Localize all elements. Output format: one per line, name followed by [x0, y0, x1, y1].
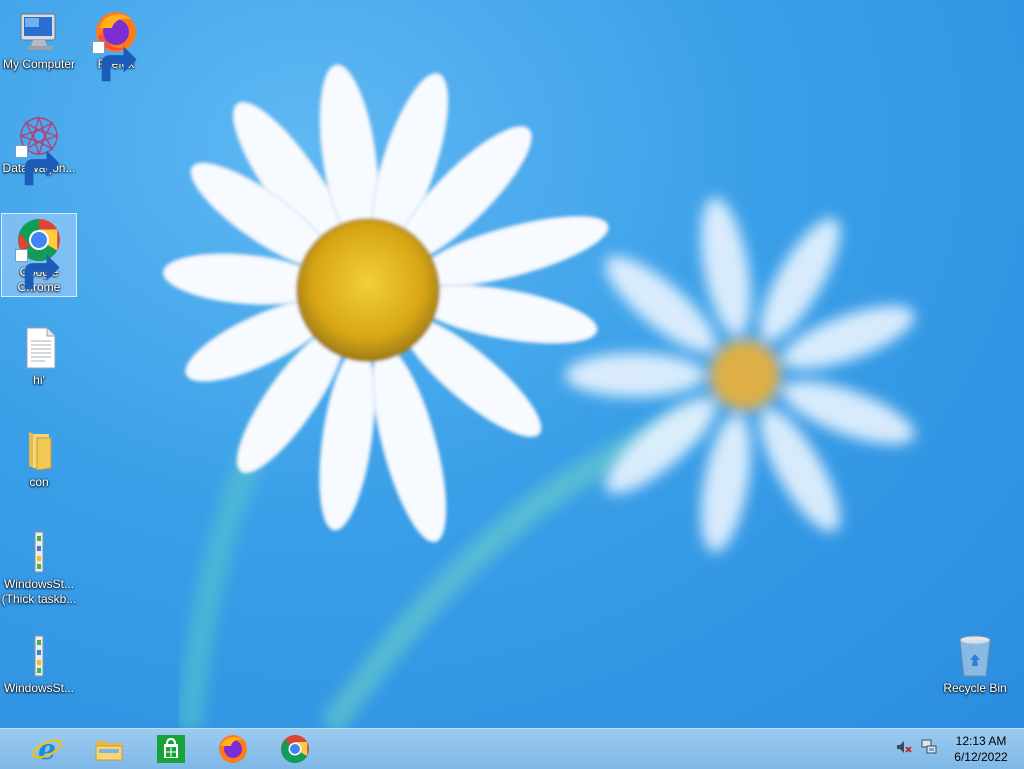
desktop-icon-con[interactable]: con [1, 424, 77, 490]
chrome-icon [15, 216, 63, 290]
windowsst-app-icon [15, 528, 63, 576]
taskbar-clock[interactable]: 12:13 AM 6/12/2022 [938, 733, 1024, 765]
firefox-icon [219, 735, 247, 763]
store-icon [157, 735, 185, 763]
desktop-icon-my-computer[interactable]: My Computer [1, 6, 77, 72]
desktop-icon-datawagon[interactable]: DataWagon... [1, 110, 77, 186]
computer-icon [15, 8, 63, 56]
text-file-icon [15, 324, 63, 372]
svg-text:e: e [38, 733, 56, 765]
clock-time: 12:13 AM [955, 734, 1007, 748]
shortcut-arrow-icon [15, 249, 60, 290]
taskbar-firefox[interactable] [208, 731, 258, 767]
taskbar[interactable]: e 12:13 AM 6/12/2022 [0, 728, 1024, 769]
internet-explorer-icon: e [32, 733, 62, 765]
taskbar-file-explorer[interactable] [84, 731, 134, 767]
desktop-icon-label: hi' [33, 373, 45, 387]
folder-icon [15, 426, 63, 474]
network-icon[interactable] [921, 739, 937, 760]
desktop-icon-recycle-bin[interactable]: Recycle Bin [937, 630, 1013, 696]
shortcut-arrow-icon [15, 145, 60, 186]
datawagon-icon [15, 112, 63, 186]
windowsst-app-icon [15, 632, 63, 680]
desktop-icon-hi[interactable]: hi' [1, 322, 77, 388]
desktop-icon-windowsst-thick[interactable]: WindowsSt... (Thick taskb... [1, 526, 77, 607]
clock-date: 6/12/2022 [954, 750, 1008, 764]
volume-muted-icon[interactable] [896, 739, 912, 760]
desktop-icon-label: My Computer [2, 57, 76, 71]
firefox-icon [92, 8, 140, 82]
desktop-icon-label: Recycle Bin [943, 681, 1007, 695]
desktop-icon-windowsst[interactable]: WindowsSt... [1, 630, 77, 696]
desktop-icon-label: WindowsSt... (Thick taskb... [1, 577, 77, 606]
chrome-icon [281, 735, 309, 763]
file-explorer-icon [95, 741, 123, 761]
recycle-bin-icon [951, 632, 999, 680]
taskbar-chrome[interactable] [270, 731, 320, 767]
desktop-icon-google-chrome[interactable]: Google Chrome [1, 213, 77, 297]
taskbar-internet-explorer[interactable]: e [22, 731, 72, 767]
desktop-icon-label: WindowsSt... [3, 681, 75, 695]
desktop-icon-label: con [29, 475, 49, 489]
wallpaper-image [162, 64, 915, 728]
desktop-icon-firefox[interactable]: Firefox [78, 6, 154, 82]
taskbar-store[interactable] [146, 731, 196, 767]
desktop[interactable]: My Computer Firefox DataWagon... Google … [0, 0, 1024, 728]
system-tray [896, 729, 937, 769]
shortcut-arrow-icon [92, 41, 137, 82]
